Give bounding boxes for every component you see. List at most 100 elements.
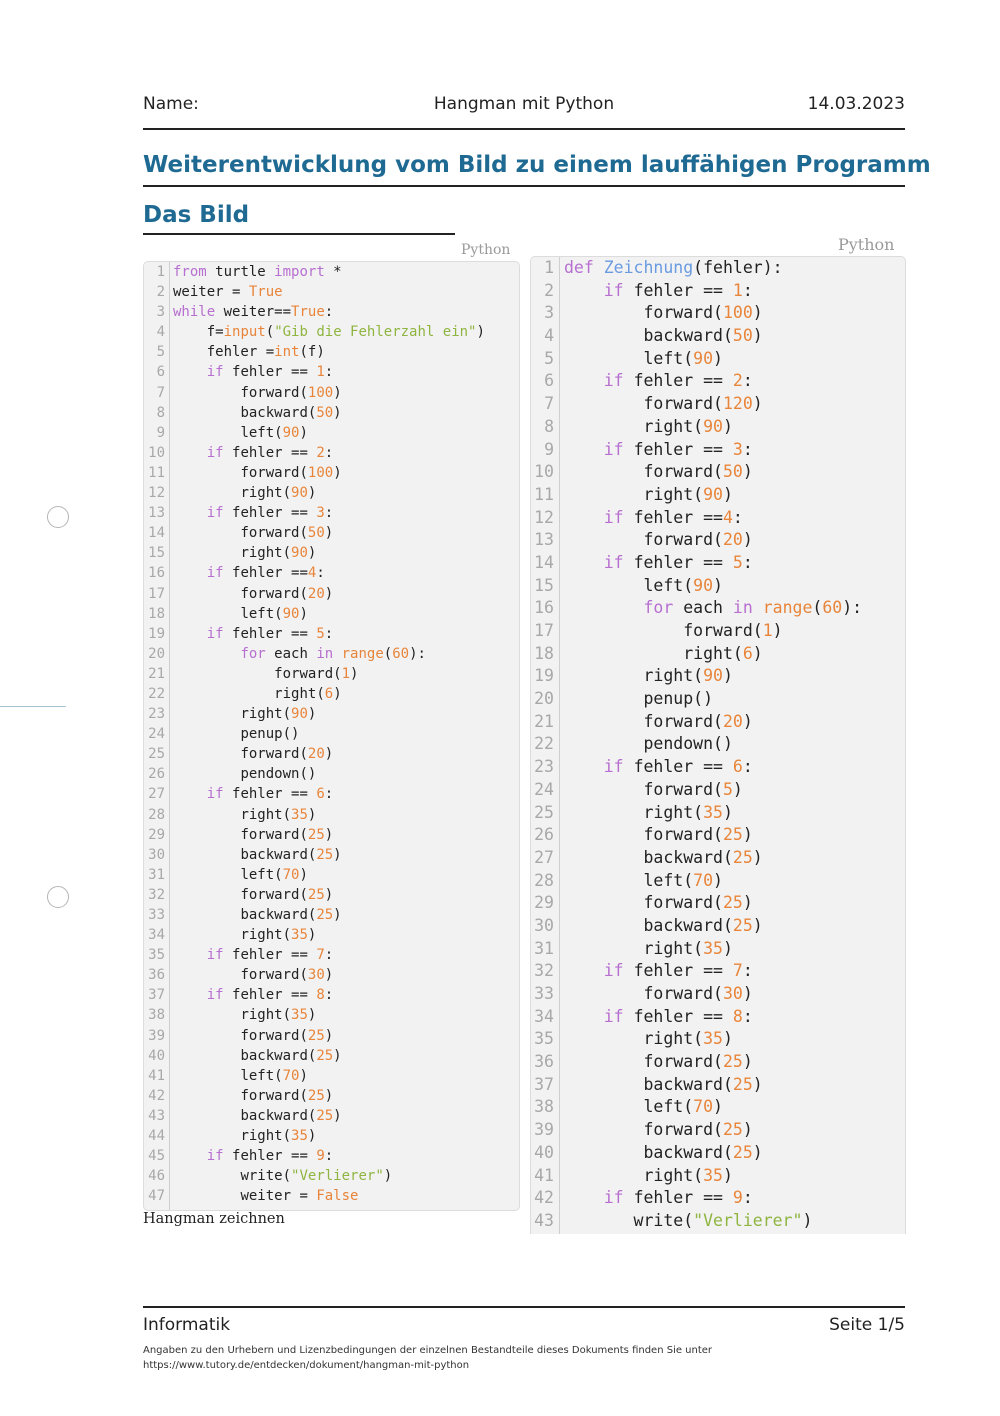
- code-text: right(90): [240, 545, 317, 562]
- code-text: backward(25): [643, 1074, 763, 1094]
- line-number: 20: [534, 689, 554, 709]
- code-text: penup(): [240, 726, 300, 743]
- code-line: 22 pendown(): [531, 733, 905, 756]
- code-text: if fehler ==4:: [603, 507, 743, 527]
- code-text: if fehler == 7:: [603, 961, 753, 981]
- title-divider: [143, 185, 905, 187]
- line-number: 27: [148, 786, 165, 803]
- line-number: 26: [148, 766, 165, 783]
- attribution-note: Angaben zu den Urhebern und Lizenzbeding…: [143, 1343, 843, 1373]
- code-text: if fehler == 1:: [603, 280, 753, 300]
- line-number: 16: [534, 598, 554, 618]
- line-number: 35: [534, 1029, 554, 1049]
- code-line: 37 backward(25): [531, 1074, 905, 1097]
- code-line: 8 backward(50): [144, 403, 519, 423]
- line-number: 18: [534, 643, 554, 663]
- code-line: 6 if fehler == 1:: [144, 362, 519, 382]
- code-text: if fehler ==4:: [206, 565, 325, 582]
- line-number: 10: [534, 462, 554, 482]
- line-number: 39: [148, 1027, 165, 1044]
- code-text: forward(50): [240, 525, 334, 542]
- line-number: 41: [534, 1165, 554, 1185]
- header-date: 14.03.2023: [807, 94, 905, 114]
- code-line: 35 right(35): [531, 1028, 905, 1051]
- code-text: if fehler == 6:: [603, 757, 753, 777]
- line-number: 46: [148, 1168, 165, 1185]
- code-line: 7 forward(120): [531, 393, 905, 416]
- code-line: 9 if fehler == 3:: [531, 439, 905, 462]
- code-text: backward(50): [643, 326, 763, 346]
- code-text: backward(25): [240, 846, 342, 863]
- code-line: 22 right(6): [144, 684, 519, 704]
- line-number: 7: [544, 394, 554, 414]
- code-line: 21 forward(1): [144, 664, 519, 684]
- code-text: right(90): [643, 484, 733, 504]
- code-line: 29 forward(25): [144, 825, 519, 845]
- code-line: 12 right(90): [144, 483, 519, 503]
- code-line: 5 left(90): [531, 348, 905, 371]
- code-text: left(70): [643, 1097, 723, 1117]
- code-text: if fehler == 5:: [603, 552, 753, 572]
- code-text: backward(25): [240, 1107, 342, 1124]
- code-line: 7 forward(100): [144, 383, 519, 403]
- line-number: 40: [148, 1047, 165, 1064]
- code-line: 33 forward(30): [531, 983, 905, 1006]
- code-line: 32 forward(25): [144, 885, 519, 905]
- right-code-language-label: Python: [838, 235, 895, 254]
- code-text: right(35): [240, 927, 317, 944]
- code-line: 43 backward(25): [144, 1106, 519, 1126]
- code-text: right(35): [643, 1165, 733, 1185]
- code-text: if fehler == 5:: [206, 625, 334, 642]
- line-number: 36: [534, 1052, 554, 1072]
- code-line: 12 if fehler ==4:: [531, 507, 905, 530]
- code-line: 18 left(90): [144, 604, 519, 624]
- code-text: write("Verlierer"): [633, 1210, 813, 1230]
- line-number: 34: [534, 1006, 554, 1026]
- line-number: 6: [544, 371, 554, 391]
- code-caption: Hangman zeichnen: [143, 1211, 285, 1227]
- code-line: 38 right(35): [144, 1005, 519, 1025]
- code-line: 25 forward(20): [144, 744, 519, 764]
- code-line: 2 if fehler == 1:: [531, 280, 905, 303]
- code-line: 46 write("Verlierer"): [144, 1166, 519, 1186]
- code-text: forward(50): [643, 462, 753, 482]
- line-number: 12: [534, 507, 554, 527]
- line-number: 13: [148, 505, 165, 522]
- line-number: 23: [148, 706, 165, 723]
- code-line: 37 if fehler == 8:: [144, 985, 519, 1005]
- code-line: 14 forward(50): [144, 523, 519, 543]
- page-footer: Informatik Seite 1/5: [143, 1315, 905, 1339]
- code-line: 42 if fehler == 9:: [531, 1187, 905, 1210]
- code-line: 44 right(35): [144, 1126, 519, 1146]
- code-line: 24 forward(5): [531, 779, 905, 802]
- line-number: 42: [534, 1188, 554, 1208]
- code-line: 13 if fehler == 3:: [144, 503, 519, 523]
- line-number: 24: [534, 779, 554, 799]
- code-text: if fehler == 6:: [206, 786, 334, 803]
- attribution-link[interactable]: https://www.tutory.de/entdecken/dokument…: [143, 1358, 843, 1373]
- code-line: 33 backward(25): [144, 905, 519, 925]
- code-line: 5 fehler =int(f): [144, 342, 519, 362]
- code-text: def Zeichnung(fehler):: [564, 258, 783, 277]
- left-code-block: 1 from turtle import * 2 weiter = True 3 whil…: [143, 261, 520, 1211]
- code-line: 41 left(70): [144, 1066, 519, 1086]
- code-text: left(70): [643, 870, 723, 890]
- code-line: 10 forward(50): [531, 461, 905, 484]
- line-number: 21: [534, 711, 554, 731]
- attribution-text: Angaben zu den Urhebern und Lizenzbeding…: [143, 1345, 713, 1356]
- code-text: backward(25): [643, 1142, 763, 1162]
- code-line: 16 if fehler ==4:: [144, 563, 519, 583]
- code-text: forward(25): [643, 1120, 753, 1140]
- line-number: 4: [156, 324, 165, 341]
- code-text: forward(1): [683, 621, 783, 640]
- line-number: 9: [156, 424, 165, 441]
- code-line: 3 while weiter==True:: [144, 302, 519, 322]
- left-code-language-label: Python: [461, 242, 511, 258]
- line-number: 8: [156, 404, 165, 421]
- code-text: if fehler == 8:: [206, 987, 334, 1004]
- code-text: penup(): [643, 689, 714, 709]
- code-text: forward(25): [240, 1087, 334, 1104]
- code-text: right(90): [240, 485, 317, 502]
- line-number: 8: [544, 416, 554, 436]
- code-line: 16 for each in range(60):: [531, 597, 905, 620]
